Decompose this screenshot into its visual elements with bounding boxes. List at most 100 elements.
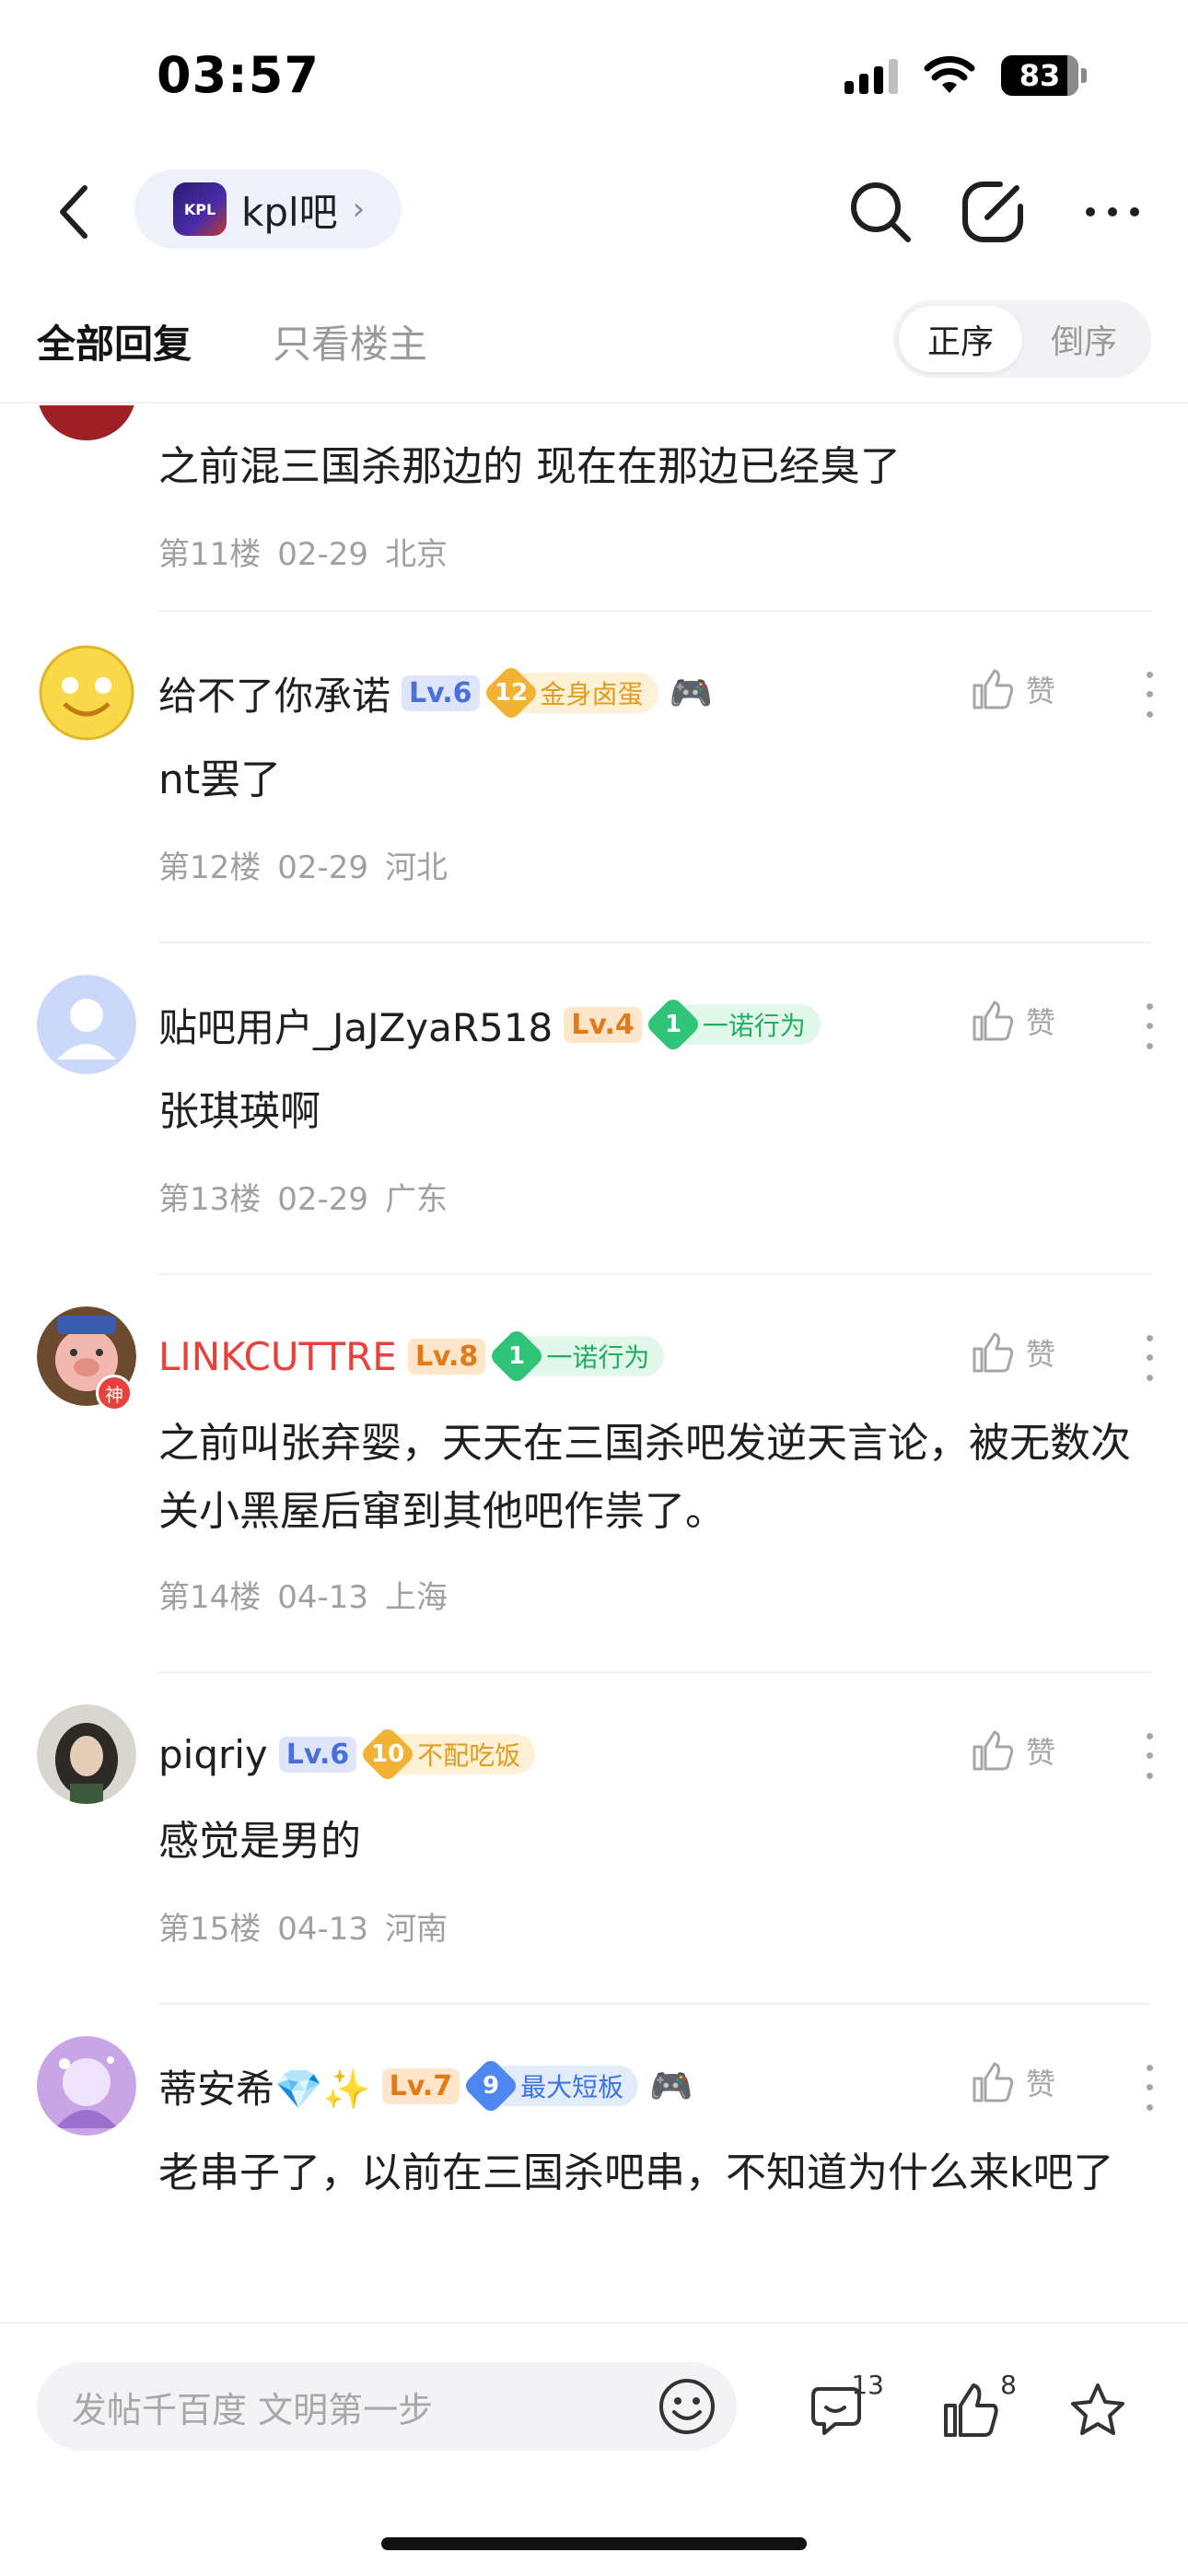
avatar[interactable] bbox=[37, 1704, 136, 1804]
more-horizontal-icon bbox=[1086, 207, 1139, 217]
level-badge: Lv.8 bbox=[407, 1338, 486, 1375]
reply-more-button[interactable] bbox=[1138, 2058, 1160, 2117]
level-badge: Lv.6 bbox=[278, 1736, 357, 1773]
default-user-avatar-icon bbox=[37, 975, 136, 1074]
reply-content: 之前混三国杀那边的 现在在那边已经臭了 bbox=[158, 443, 901, 490]
forum-entry-button[interactable]: KPL kpl吧 › bbox=[134, 170, 402, 249]
like-button[interactable]: 赞 bbox=[971, 2060, 1055, 2104]
reply-meta: 第14楼 04-13 上海 bbox=[158, 1572, 464, 1617]
reply-meta: 第11楼 02-29 北京 bbox=[158, 529, 464, 574]
reply-more-button[interactable] bbox=[1138, 997, 1160, 1056]
user-info-row: 给不了你承诺 Lv.6 12 金身卤蛋 🎮 bbox=[158, 663, 713, 722]
nav-bar: KPL kpl吧 › bbox=[0, 157, 1188, 267]
search-button[interactable] bbox=[842, 173, 919, 251]
reply-location: 北京 bbox=[385, 536, 448, 573]
reply-content: 之前叫张弃婴，天天在三国杀吧发逆天言论，被无数次关小黑屋后窜到其他吧作祟了。 bbox=[158, 1420, 1131, 1535]
reply-location: 河南 bbox=[385, 1911, 448, 1948]
avatar[interactable] bbox=[37, 975, 136, 1074]
reply-more-button[interactable] bbox=[1138, 1727, 1160, 1786]
divider bbox=[158, 1671, 1151, 1673]
avatar[interactable] bbox=[37, 2036, 136, 2136]
avatar[interactable] bbox=[37, 643, 136, 743]
level-badge: Lv.7 bbox=[381, 2067, 460, 2104]
user-info-row: 贴吧用户_JaJZyaR518 Lv.4 1 一诺行为 bbox=[158, 995, 821, 1054]
username[interactable]: 贴吧用户_JaJZyaR518 bbox=[158, 997, 553, 1053]
smiley-avatar-icon bbox=[39, 645, 134, 741]
floor-number: 第15楼 bbox=[158, 1911, 262, 1948]
username[interactable]: piqriy bbox=[158, 1732, 268, 1777]
forum-logo: KPL bbox=[173, 182, 227, 236]
badge-number: 1 bbox=[664, 1011, 681, 1038]
divider bbox=[158, 1273, 1151, 1275]
gamepad-icon: 🎮 bbox=[649, 2065, 693, 2106]
reply-more-button[interactable] bbox=[1138, 665, 1160, 724]
user-info-row: piqriy Lv.6 10 不配吃饭 bbox=[158, 1725, 536, 1784]
tab-all-replies[interactable]: 全部回复 bbox=[37, 313, 192, 369]
badge-number: 9 bbox=[483, 2072, 500, 2100]
status-icons: 83 bbox=[844, 55, 1087, 96]
reply-date: 02-29 bbox=[277, 849, 369, 886]
sort-order-toggle: 正序 倒序 bbox=[893, 300, 1151, 378]
floor-number: 第12楼 bbox=[158, 849, 262, 886]
thumbs-up-icon bbox=[973, 2062, 1014, 2102]
sort-ascending-button[interactable]: 正序 bbox=[899, 306, 1022, 372]
like-label: 赞 bbox=[1025, 2067, 1055, 2102]
favorite-button[interactable] bbox=[1052, 2364, 1144, 2456]
status-time: 03:57 bbox=[157, 46, 320, 104]
reply-content: 感觉是男的 bbox=[158, 1818, 361, 1865]
like-post-button[interactable]: 8 bbox=[925, 2364, 1017, 2456]
user-info-row: 蒂安希💎✨ Lv.7 9 最大短板 🎮 bbox=[158, 2056, 693, 2115]
avatar[interactable] bbox=[37, 405, 136, 440]
reply-more-button[interactable] bbox=[1138, 1329, 1160, 1388]
reply-meta: 第12楼 02-29 河北 bbox=[158, 842, 464, 887]
reply-content: 张琪瑛啊 bbox=[158, 1088, 320, 1135]
level-badge: Lv.6 bbox=[402, 674, 480, 711]
reply-meta: 第13楼 02-29 广东 bbox=[158, 1174, 464, 1219]
sort-descending-button[interactable]: 倒序 bbox=[1022, 306, 1146, 372]
level-badge: Lv.4 bbox=[564, 1006, 642, 1043]
badge-text: 最大短板 bbox=[520, 2072, 624, 2102]
honor-badge: 1 一诺行为 bbox=[488, 1327, 665, 1386]
badge-number: 10 bbox=[371, 1740, 405, 1768]
divider bbox=[158, 2003, 1151, 2005]
reply-date: 04-13 bbox=[277, 1911, 369, 1948]
battery-icon: 83 bbox=[1001, 55, 1087, 96]
gamepad-icon: 🎮 bbox=[669, 672, 713, 713]
like-button[interactable]: 赞 bbox=[971, 1330, 1055, 1375]
like-button[interactable]: 赞 bbox=[971, 999, 1055, 1043]
edit-post-button[interactable] bbox=[954, 173, 1031, 251]
honor-badge: 12 金身卤蛋 bbox=[482, 663, 658, 722]
emoji-button[interactable] bbox=[650, 2370, 724, 2443]
cellular-signal-icon bbox=[844, 57, 898, 94]
comment-count: 13 bbox=[851, 2370, 884, 2400]
back-button[interactable] bbox=[37, 175, 111, 249]
divider bbox=[158, 942, 1151, 943]
reply-content: nt罢了 bbox=[158, 756, 282, 803]
floor-number: 第13楼 bbox=[158, 1181, 262, 1218]
like-label: 赞 bbox=[1025, 1735, 1055, 1770]
like-button[interactable]: 赞 bbox=[971, 1728, 1055, 1773]
divider bbox=[158, 610, 1151, 612]
floor-number: 第14楼 bbox=[158, 1579, 262, 1616]
home-indicator bbox=[381, 2537, 807, 2550]
emoji-icon bbox=[659, 2379, 715, 2434]
comment-button[interactable]: 13 bbox=[792, 2364, 884, 2456]
username[interactable]: LINKCUTTRE bbox=[158, 1334, 397, 1379]
reply-filter-bar: 全部回复 只看楼主 正序 倒序 bbox=[0, 286, 1188, 404]
reply-input[interactable]: 发帖千百度 文明第一步 bbox=[37, 2362, 737, 2451]
tab-op-only[interactable]: 只看楼主 bbox=[273, 313, 427, 369]
username[interactable]: 蒂安希💎✨ bbox=[158, 2058, 371, 2114]
reply-date: 02-29 bbox=[277, 1181, 369, 1218]
reply-date: 04-13 bbox=[277, 1579, 369, 1616]
more-button[interactable] bbox=[1074, 173, 1151, 251]
like-button[interactable]: 赞 bbox=[971, 667, 1055, 711]
anime-avatar-icon bbox=[37, 2036, 136, 2136]
like-label: 赞 bbox=[1025, 673, 1055, 708]
username[interactable]: 给不了你承诺 bbox=[158, 665, 390, 721]
forum-name: kpl吧 bbox=[241, 189, 338, 235]
honor-badge: 9 最大短板 bbox=[461, 2056, 639, 2115]
chevron-left-icon bbox=[60, 185, 87, 239]
reply-list: 之前混三国杀那边的 现在在那边已经臭了 第11楼 02-29 北京 给不了你承诺 L… bbox=[0, 405, 1188, 2322]
honor-badge: 10 不配吃饭 bbox=[359, 1725, 536, 1784]
wifi-icon bbox=[924, 56, 975, 93]
